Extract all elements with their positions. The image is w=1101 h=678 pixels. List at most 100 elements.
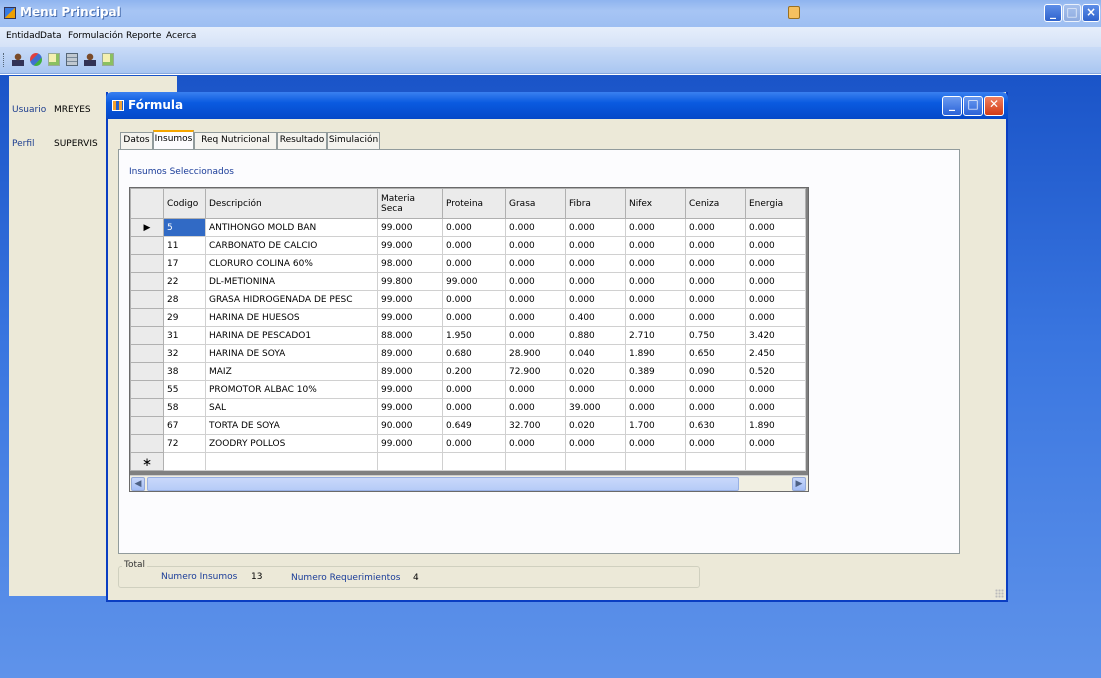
table-row[interactable]: 17 CLORURO COLINA 60% 98.000 0.000 0.000 0.00… (130, 254, 806, 273)
tab-datos[interactable]: Datos (120, 132, 153, 149)
formula-title-bar[interactable]: Fórmula _ □ ✕ (106, 92, 1008, 119)
table-row[interactable]: 29 HARINA DE HUESOS 99.000 0.000 0.000 0.400 0… (130, 308, 806, 327)
grid-cell[interactable]: 0.000 (685, 272, 746, 291)
grid-cell[interactable]: 0.000 (625, 308, 686, 327)
grid-cell[interactable]: 0.000 (442, 290, 506, 309)
scroll-right-icon[interactable]: ▶ (792, 477, 806, 491)
grid-cell[interactable]: 0.000 (505, 398, 566, 417)
grid-cell[interactable]: 0.000 (442, 398, 506, 417)
scroll-thumb[interactable] (147, 477, 739, 491)
table-row[interactable]: 58 SAL 99.000 0.000 0.000 39.000 0.000 0.000 0.0… (130, 398, 806, 417)
grid-cell[interactable]: 0.000 (745, 308, 806, 327)
tab-insumos[interactable]: Insumos (153, 130, 194, 150)
grid-cell[interactable]: 0.000 (625, 380, 686, 399)
grid-cell[interactable]: 1.890 (625, 344, 686, 363)
database-icon[interactable] (30, 53, 42, 66)
column-header[interactable]: Energia (745, 188, 806, 219)
grid-cell[interactable]: 28 (163, 290, 206, 309)
grid-cell[interactable]: 0.000 (625, 272, 686, 291)
grid-cell[interactable]: 0.000 (505, 236, 566, 255)
grid-cell[interactable] (505, 452, 566, 471)
grid-cell[interactable]: 0.000 (685, 434, 746, 453)
row-header[interactable] (130, 290, 164, 309)
grid-cell[interactable]: 0.000 (565, 236, 626, 255)
grid-cell[interactable]: 0.000 (625, 218, 686, 237)
grid-cell[interactable]: 38 (163, 362, 206, 381)
grid-cell[interactable]: 0.000 (505, 308, 566, 327)
grid-cell[interactable]: 99.000 (377, 218, 443, 237)
grid-cell[interactable]: 39.000 (565, 398, 626, 417)
grid-cell[interactable]: 55 (163, 380, 206, 399)
grid-cell[interactable]: 0.000 (505, 434, 566, 453)
grid-cell[interactable]: SAL (205, 398, 378, 417)
grid-cell[interactable]: 0.750 (685, 326, 746, 345)
grid-cell[interactable]: 32.700 (505, 416, 566, 435)
grid-cell[interactable]: 72 (163, 434, 206, 453)
grid-cell[interactable]: HARINA DE HUESOS (205, 308, 378, 327)
minimize-button[interactable]: _ (1044, 4, 1062, 22)
row-header[interactable] (130, 308, 164, 327)
grid-cell[interactable]: 0.400 (565, 308, 626, 327)
row-header[interactable]: ▶ (130, 218, 164, 237)
grid-cell[interactable]: 0.000 (745, 254, 806, 273)
grid-cell[interactable]: 0.090 (685, 362, 746, 381)
table-row[interactable]: 11 CARBONATO DE CALCIO 99.000 0.000 0.000 0.0… (130, 236, 806, 255)
table-row[interactable]: 32 HARINA DE SOYA 89.000 0.680 28.900 0.040 1.… (130, 344, 806, 363)
table-row[interactable]: 38 MAIZ 89.000 0.200 72.900 0.020 0.389 0.090 0.… (130, 362, 806, 381)
grid-cell[interactable]: 99.000 (377, 434, 443, 453)
row-header[interactable] (130, 380, 164, 399)
menu-data[interactable]: Data (40, 31, 62, 41)
row-header[interactable] (130, 416, 164, 435)
grid-cell[interactable]: MAIZ (205, 362, 378, 381)
grid-cell[interactable]: 0.000 (625, 254, 686, 273)
grid-cell[interactable]: CARBONATO DE CALCIO (205, 236, 378, 255)
grid-cell[interactable]: 0.630 (685, 416, 746, 435)
scroll-left-icon[interactable]: ◀ (131, 477, 145, 491)
row-header[interactable] (130, 272, 164, 291)
table-row[interactable]: 67 TORTA DE SOYA 90.000 0.649 32.700 0.020 1.7… (130, 416, 806, 435)
minimize-button[interactable]: _ (942, 96, 962, 116)
grid-cell[interactable]: ANTIHONGO MOLD BAN (205, 218, 378, 237)
table-row[interactable]: 55 PROMOTOR ALBAC 10% 99.000 0.000 0.000 0.00… (130, 380, 806, 399)
grid-cell[interactable]: 0.000 (442, 236, 506, 255)
grid-cell[interactable] (377, 452, 443, 471)
grid-cell[interactable]: 58 (163, 398, 206, 417)
table-row[interactable]: 72 ZOODRY POLLOS 99.000 0.000 0.000 0.000 0.00… (130, 434, 806, 453)
column-header[interactable]: Descripción (205, 188, 378, 219)
menu-reporte[interactable]: Reporte (126, 31, 161, 41)
grid-cell[interactable]: 99.000 (377, 380, 443, 399)
grid-cell[interactable]: 3.420 (745, 326, 806, 345)
resize-grip[interactable] (995, 589, 1004, 598)
row-header[interactable] (130, 344, 164, 363)
grid-cell[interactable]: 89.000 (377, 362, 443, 381)
grid-cell[interactable] (205, 452, 378, 471)
grid-cell[interactable]: 0.000 (745, 380, 806, 399)
grid-cell[interactable]: 0.000 (505, 254, 566, 273)
grid-cell[interactable] (685, 452, 746, 471)
document-icon[interactable] (48, 53, 60, 66)
grid-cell[interactable] (565, 452, 626, 471)
grid-cell[interactable]: 88.000 (377, 326, 443, 345)
table-row[interactable]: 22 DL-METIONINA 99.800 99.000 0.000 0.000 0.00… (130, 272, 806, 291)
grid-cell[interactable]: 0.000 (442, 308, 506, 327)
grid-cell[interactable]: 32 (163, 344, 206, 363)
row-header[interactable] (130, 434, 164, 453)
grid-cell[interactable]: 0.000 (505, 290, 566, 309)
user-icon[interactable] (84, 53, 96, 66)
new-row[interactable]: ∗ (130, 452, 806, 471)
grid-cell[interactable]: 99.000 (377, 398, 443, 417)
grid-cell[interactable]: 0.000 (745, 218, 806, 237)
grid-cell[interactable]: 0.000 (565, 218, 626, 237)
grid-cell[interactable]: 0.000 (442, 218, 506, 237)
grid-cell[interactable]: 0.000 (685, 308, 746, 327)
menu-acerca[interactable]: Acerca (166, 31, 196, 41)
grid-cell[interactable]: 99.000 (442, 272, 506, 291)
horizontal-scrollbar[interactable]: ◀ ▶ (130, 475, 808, 491)
grid-cell[interactable]: 0.000 (625, 290, 686, 309)
row-header[interactable] (130, 326, 164, 345)
grid-cell[interactable]: 0.000 (625, 434, 686, 453)
grid-cell[interactable]: 0.020 (565, 416, 626, 435)
grid-cell[interactable]: 99.000 (377, 236, 443, 255)
grid-cell[interactable]: TORTA DE SOYA (205, 416, 378, 435)
row-header[interactable] (130, 398, 164, 417)
